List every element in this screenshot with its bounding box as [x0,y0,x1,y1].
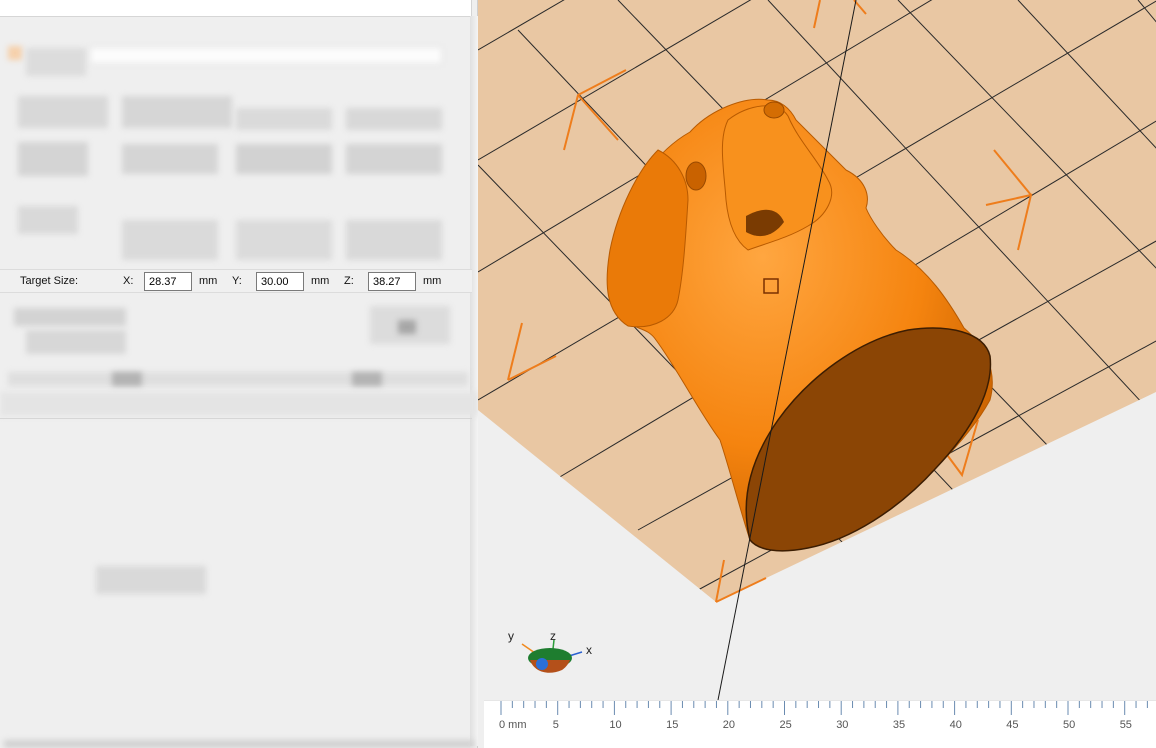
x-label: X: [123,275,134,287]
obscured-row-label [18,142,88,176]
divider [0,16,472,17]
x-size-input[interactable] [144,272,192,291]
obscured-label [14,308,126,326]
obscured-field[interactable] [346,220,442,260]
gizmo-sphere-front [530,660,570,673]
axis-gizmo[interactable]: y z x [508,629,592,673]
panel-title-strip [0,0,472,16]
model-nose [763,101,785,119]
obscured-field[interactable] [236,220,332,260]
ruler-tick-label: 10 [609,719,622,731]
obscured-field[interactable] [236,108,332,130]
model-eye [685,161,707,191]
obscured-field[interactable] [346,144,442,174]
ruler-tick-label: 55 [1119,719,1132,731]
obscured-row-label [18,96,108,128]
obscured-scrollbar[interactable] [4,740,474,748]
obscured-field[interactable] [122,220,218,260]
ruler-tick-label: 45 [1006,719,1019,731]
z-label: Z: [344,275,354,287]
ruler-tick-label: 5 [552,719,559,731]
obscured-field[interactable] [122,144,218,174]
ruler-tick-label: 25 [779,719,792,731]
y-size-input[interactable] [256,272,304,291]
obscured-button[interactable] [96,566,206,594]
obscured-label [26,48,86,76]
3d-viewport[interactable]: y z x [478,0,1156,748]
ruler-tick-label: 50 [1063,719,1076,731]
y-unit-label: mm [311,275,330,287]
panel-splitter[interactable] [470,16,478,746]
ruler-tick-label: 40 [949,719,962,731]
z-unit-label: mm [423,275,442,287]
divider [0,418,472,419]
measurement-ruler: 0 mm 5 10 15 20 25 30 35 40 45 50 55 [484,700,1156,748]
left-panel: Target Size: X: mm Y: mm Z: mm [0,0,478,748]
gizmo-x-label: x [586,643,592,657]
ruler-tick-label: 0 mm [499,719,527,731]
ruler-tick-label: 35 [892,719,906,731]
obscured-input[interactable] [90,47,442,64]
obscured-icon [8,46,22,60]
obscured-footer [0,392,478,416]
obscured-slider[interactable] [8,372,468,386]
ruler-tick-label: 30 [836,719,849,731]
gizmo-y-label: y [508,629,514,643]
obscured-field[interactable] [26,330,126,354]
obscured-field[interactable] [122,96,232,128]
obscured-slider-handle[interactable] [112,372,142,386]
obscured-field[interactable] [236,144,332,174]
obscured-field[interactable] [346,108,442,130]
ruler-tick-label: 20 [722,719,736,731]
gizmo-z-label: z [550,629,556,643]
target-size-label: Target Size: [20,275,79,287]
ruler-tick-label: 15 [666,719,679,731]
y-label: Y: [232,275,242,287]
target-size-row: Target Size: X: mm Y: mm Z: mm [0,269,472,293]
obscured-row-label [18,206,78,234]
z-size-input[interactable] [368,272,416,291]
ruler-ticks [500,701,1148,715]
scene-canvas[interactable]: y z x [478,0,1156,748]
gizmo-blue-axis [536,658,548,670]
obscured-icon [398,320,416,334]
x-unit-label: mm [199,275,218,287]
obscured-slider-handle[interactable] [352,372,382,386]
